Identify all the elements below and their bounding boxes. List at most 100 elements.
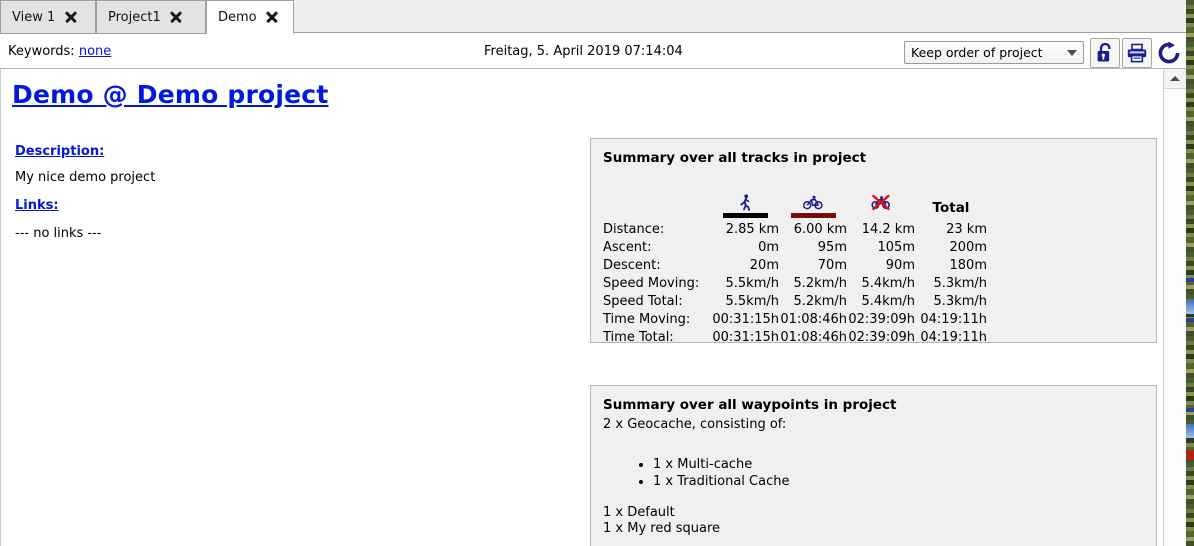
cell-walking: 2.85 km: [725, 221, 779, 237]
tracks-summary-title: Summary over all tracks in project: [603, 150, 867, 166]
table-row: Time Total: 00:31:15h 01:08:46h 02:39:09…: [603, 328, 987, 346]
table-row: Ascent: 0m 95m 105m 200m: [603, 238, 987, 256]
order-select-value: Keep order of project: [911, 45, 1043, 60]
content-pane: Demo @ Demo project Description: My nice…: [0, 69, 1163, 546]
table-row: Speed Total: 5.5km/h 5.2km/h 5.4km/h 5.3…: [603, 292, 987, 310]
cell-total: 200m: [949, 239, 987, 255]
cell-cycling: 01:08:46h: [780, 311, 847, 327]
keywords-row: Keywords: none: [8, 44, 111, 59]
description-text: My nice demo project: [15, 170, 156, 185]
reload-button[interactable]: [1154, 38, 1184, 68]
keywords-value-link[interactable]: none: [79, 44, 111, 59]
cycling-icon: [803, 195, 823, 210]
cell-walking: 20m: [749, 257, 779, 273]
reload-icon: [1158, 41, 1180, 64]
print-button[interactable]: [1122, 38, 1152, 68]
cell-cycling: 70m: [817, 257, 847, 273]
cell-other: 02:39:09h: [848, 329, 915, 345]
row-label: Distance:: [603, 221, 665, 237]
table-row: Time Moving: 00:31:15h 01:08:46h 02:39:0…: [603, 310, 987, 328]
order-select[interactable]: Keep order of project: [904, 41, 1084, 64]
cell-other: 105m: [877, 239, 915, 255]
table-header-row: Total: [603, 179, 987, 220]
cell-other: 90m: [885, 257, 915, 273]
map-marker-red: [1186, 450, 1194, 460]
tab-demo[interactable]: Demo: [206, 0, 294, 34]
scrollbar-track[interactable]: [1164, 90, 1186, 546]
links-heading[interactable]: Links:: [15, 198, 59, 213]
cell-other: 14.2 km: [861, 221, 915, 237]
cycling-column-header: [779, 179, 847, 220]
walking-column-header: [711, 179, 779, 220]
datetime-text: Freitag, 5. April 2019 07:14:04: [484, 44, 683, 59]
waypoints-extra-default: 1 x Default: [603, 505, 675, 520]
list-item: 1 x Multi-cache: [653, 456, 789, 473]
cell-total: 180m: [949, 257, 987, 273]
print-icon: [1127, 43, 1147, 63]
close-icon[interactable]: [64, 11, 77, 24]
cell-cycling: 01:08:46h: [780, 329, 847, 345]
chevron-up-icon: [1170, 76, 1180, 81]
cell-other: 02:39:09h: [848, 311, 915, 327]
chevron-down-icon: [1067, 49, 1077, 56]
table-row: Distance: 2.85 km 6.00 km 14.2 km 23 km: [603, 220, 987, 238]
waypoints-summary-title: Summary over all waypoints in project: [603, 397, 897, 413]
tracks-table-body: Distance: 2.85 km 6.00 km 14.2 km 23 km …: [603, 220, 987, 346]
tab-label: View 1: [12, 9, 56, 25]
cell-cycling: 5.2km/h: [793, 293, 848, 309]
lock-icon: [1097, 42, 1111, 62]
links-text: --- no links ---: [15, 226, 102, 241]
description-heading[interactable]: Description:: [15, 144, 104, 159]
cell-total: 04:19:11h: [920, 311, 987, 327]
row-label: Descent:: [603, 257, 661, 273]
waypoints-subtitle: 2 x Geocache, consisting of:: [603, 417, 787, 432]
row-label: Speed Total:: [603, 293, 683, 309]
waypoints-summary-panel: Summary over all waypoints in project 2 …: [590, 385, 1157, 546]
cell-total: 04:19:11h: [920, 329, 987, 345]
table-row: Descent: 20m 70m 90m 180m: [603, 256, 987, 274]
close-icon[interactable]: [170, 11, 183, 24]
tab-view-1[interactable]: View 1: [0, 0, 96, 34]
vertical-scrollbar[interactable]: [1163, 69, 1186, 546]
cell-total: 5.3km/h: [933, 293, 988, 309]
cell-walking: 00:31:15h: [712, 311, 779, 327]
cell-cycling: 95m: [817, 239, 847, 255]
tracks-summary-table: Total Distance: 2.85 km 6.00 km 14.2 km …: [603, 179, 987, 346]
walking-icon: [739, 194, 750, 211]
row-label: Time Moving:: [603, 311, 691, 327]
waypoints-list: 1 x Multi-cache 1 x Traditional Cache: [631, 456, 789, 490]
row-label: Time Total:: [603, 329, 674, 345]
tab-bar: View 1 Project1 Demo: [0, 0, 1186, 34]
page-title[interactable]: Demo @ Demo project: [12, 80, 328, 109]
cell-walking: 0m: [758, 239, 779, 255]
cell-total: 23 km: [946, 221, 987, 237]
waypoints-extra-red-square: 1 x My red square: [603, 521, 720, 536]
cell-other: 5.4km/h: [861, 293, 916, 309]
close-icon[interactable]: [266, 11, 279, 24]
cycling-disabled-column-header: [847, 179, 915, 220]
background-map-sliver: [1186, 0, 1194, 546]
cell-walking: 5.5km/h: [725, 275, 780, 291]
cycling-disabled-icon: [871, 194, 891, 211]
tab-project1[interactable]: Project1: [96, 0, 206, 34]
lock-button[interactable]: [1090, 38, 1120, 68]
cell-cycling: 6.00 km: [793, 221, 847, 237]
cell-other: 5.4km/h: [861, 275, 916, 291]
map-track-segment: [1186, 408, 1194, 412]
map-waypoint-pin: [1186, 300, 1194, 314]
table-row: Speed Moving: 5.5km/h 5.2km/h 5.4km/h 5.…: [603, 274, 987, 292]
cell-cycling: 5.2km/h: [793, 275, 848, 291]
map-waypoint-pin: [1186, 424, 1194, 438]
keywords-label: Keywords:: [8, 44, 75, 59]
tab-label: Demo: [218, 9, 257, 25]
cycling-color-bar: [790, 213, 836, 218]
application-window: View 1 Project1 Demo Keywords: none Frei…: [0, 0, 1194, 546]
cell-total: 5.3km/h: [933, 275, 988, 291]
row-label: Ascent:: [603, 239, 652, 255]
list-item: 1 x Traditional Cache: [653, 473, 789, 490]
map-track-segment: [1186, 278, 1194, 282]
row-label: Speed Moving:: [603, 275, 700, 291]
walking-color-bar: [722, 213, 768, 218]
tab-label: Project1: [108, 9, 161, 25]
scroll-up-button[interactable]: [1164, 69, 1186, 89]
